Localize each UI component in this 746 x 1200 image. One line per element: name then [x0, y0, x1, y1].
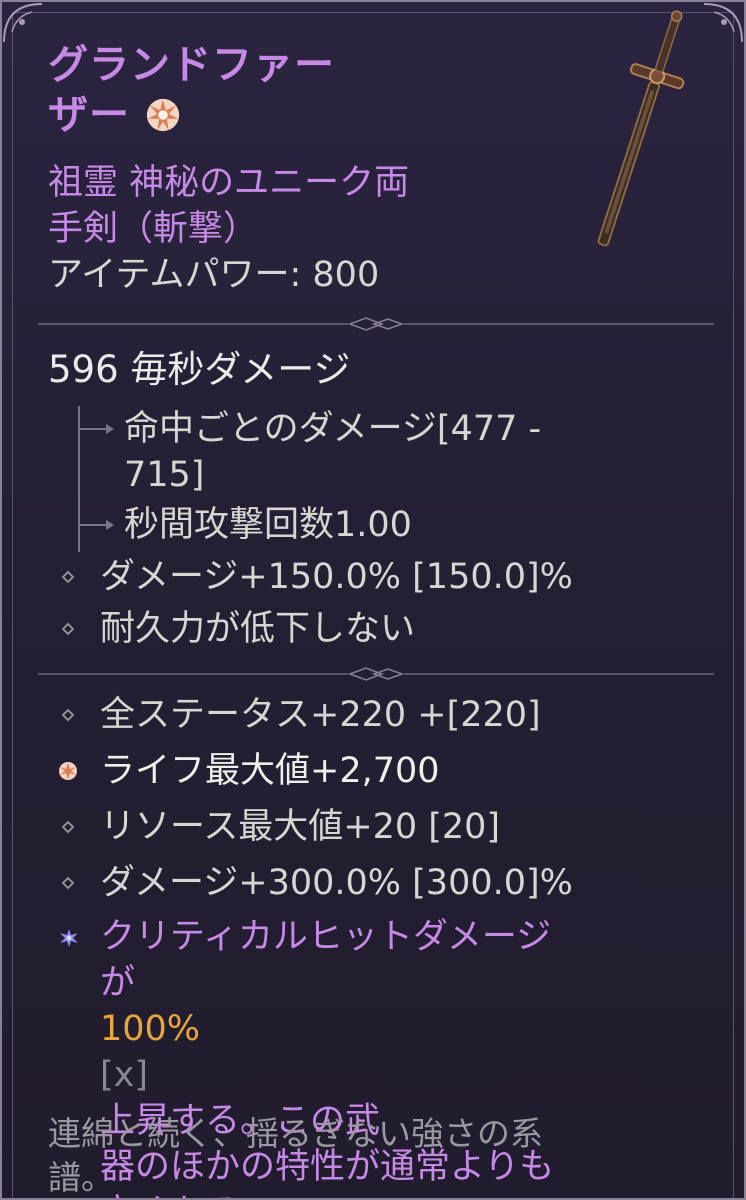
arrow-right-icon	[106, 520, 114, 530]
arrow-right-icon	[106, 424, 114, 434]
implicit-affix-text: ダメージ+150.0% [150.0]%	[100, 557, 573, 597]
diamond-bullet-icon	[61, 876, 75, 890]
diamond-bullet-icon	[61, 820, 75, 834]
affix-text: ライフ最大値+2,700	[100, 751, 440, 791]
flavor-text-line: 譜。	[48, 1158, 114, 1197]
section-divider	[38, 667, 714, 681]
item-type: 祖霊 神秘のユニーク両 手剣（斬撃）	[48, 160, 568, 252]
flavor-text-line: 連綿と続く、揺るぎない強さの系	[48, 1114, 543, 1153]
item-name-text: ザー	[48, 92, 130, 138]
affix-text: 全ステータス+220 +[220]	[100, 695, 541, 735]
item-name: グランドファー ザー	[48, 40, 408, 140]
implicit-affix-text: 耐久力が低下しない	[100, 609, 416, 649]
attacks-per-second: 秒間攻撃回数1.00	[124, 505, 412, 545]
damage-per-second: 596 毎秒ダメージ	[48, 348, 351, 391]
item-name-line: ザー	[48, 90, 408, 140]
section-divider	[38, 317, 714, 331]
item-type-line: 手剣（斬撃）	[48, 209, 259, 249]
greater-affix-star-icon	[59, 762, 77, 780]
unique-power-value: 100%	[100, 1009, 201, 1049]
unique-power-text-part: が	[100, 963, 136, 1003]
unique-power-range-marker: [x]	[100, 1055, 149, 1095]
item-tooltip: グランドファー ザー 祖霊 神秘のユニーク両 手剣（斬撃） アイテムパワー: 8…	[0, 0, 746, 1200]
affix-text: ダメージ+300.0% [300.0]%	[100, 863, 573, 903]
unique-power-line: クリティカルヒットダメージ	[100, 917, 552, 957]
diamond-bullet-icon	[61, 622, 75, 636]
unique-star-icon	[60, 929, 78, 947]
damage-per-hit-line: 命中ごとのダメージ[477 -	[124, 409, 542, 449]
damage-per-hit-line: 715]	[124, 455, 205, 495]
item-power: アイテムパワー: 800	[48, 255, 380, 295]
affix-text: リソース最大値+20 [20]	[100, 807, 501, 847]
item-name-line: グランドファー	[48, 42, 335, 88]
flavor-text: 連綿と続く、揺るぎない強さの系 譜。	[48, 1112, 698, 1198]
diamond-bullet-icon	[61, 708, 75, 722]
ancestral-star-icon	[146, 98, 180, 132]
item-type-line: 祖霊 神秘のユニーク両	[48, 163, 410, 203]
damage-per-hit: 命中ごとのダメージ[477 - 715]	[124, 406, 704, 498]
two-handed-sword-icon	[597, 10, 685, 247]
diamond-bullet-icon	[61, 570, 75, 584]
